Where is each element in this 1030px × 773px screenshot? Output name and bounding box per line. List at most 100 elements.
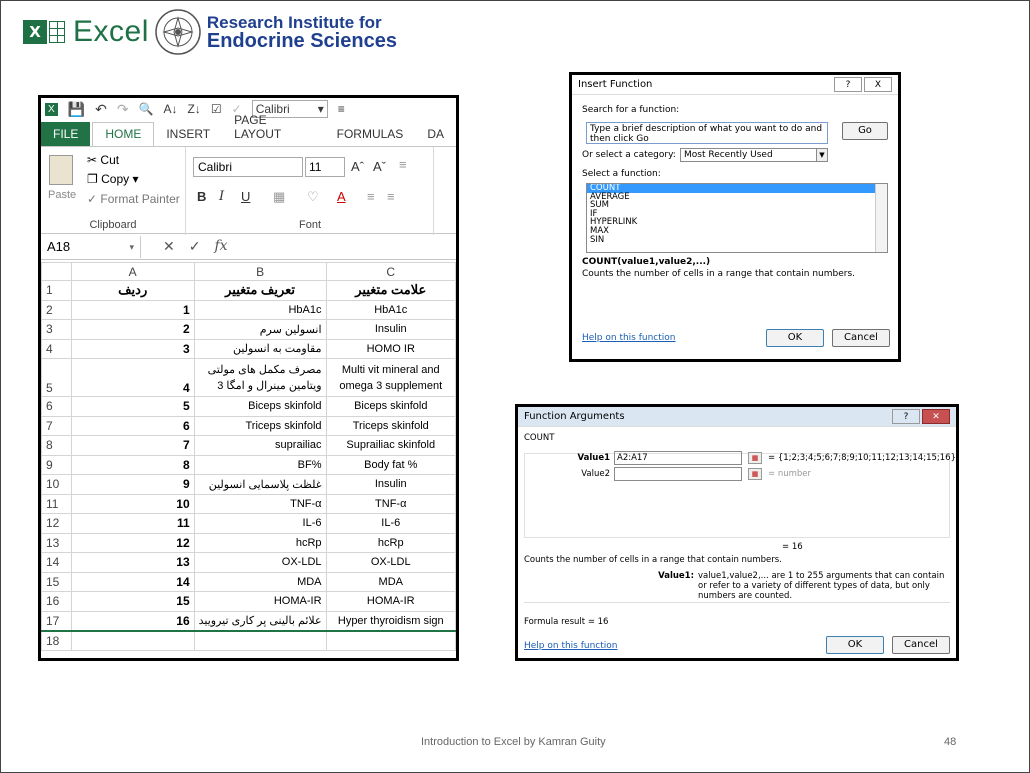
- save-icon[interactable]: 💾: [68, 101, 85, 118]
- copy-button[interactable]: ❐ Copy ▾: [87, 172, 139, 186]
- row-header[interactable]: 18: [41, 630, 72, 651]
- help-button[interactable]: ?: [892, 409, 920, 424]
- row-header[interactable]: 10: [41, 474, 72, 495]
- cell[interactable]: 11: [70, 513, 195, 534]
- italic-icon[interactable]: I: [219, 189, 224, 204]
- row-header[interactable]: 8: [41, 435, 72, 456]
- cell[interactable]: 3: [70, 338, 195, 359]
- check-icon[interactable]: ☑: [211, 102, 222, 116]
- sort-asc-icon[interactable]: A↓: [164, 102, 178, 116]
- row-header[interactable]: 7: [41, 415, 72, 436]
- collapse-dialog-icon[interactable]: ▦: [748, 452, 762, 464]
- list-scrollbar[interactable]: [875, 184, 887, 252]
- tab-data[interactable]: DA: [415, 127, 456, 146]
- font-color-icon[interactable]: A: [337, 189, 346, 204]
- cell[interactable]: BF%: [193, 454, 327, 475]
- cell[interactable]: hcRp: [325, 532, 456, 553]
- cell[interactable]: مقاومت به انسولین: [193, 338, 327, 359]
- cell[interactable]: Insulin: [325, 319, 456, 340]
- fill-color-icon[interactable]: ♡: [307, 189, 319, 205]
- tab-page-layout[interactable]: PAGE LAYOUT: [222, 113, 325, 146]
- list-item[interactable]: MAX: [587, 227, 887, 236]
- column-header-a[interactable]: A: [70, 262, 195, 281]
- underline-icon[interactable]: U: [241, 189, 250, 204]
- row-header[interactable]: 11: [41, 493, 72, 514]
- cell[interactable]: 6: [70, 415, 195, 436]
- row-header[interactable]: 3: [41, 319, 72, 340]
- print-preview-icon[interactable]: 🔍: [139, 102, 154, 116]
- cell[interactable]: ردیف: [70, 280, 195, 301]
- cell[interactable]: 10: [70, 493, 195, 514]
- cell[interactable]: HOMA-IR: [193, 591, 327, 612]
- ok-button[interactable]: OK: [826, 636, 884, 654]
- list-item[interactable]: SIN: [587, 235, 887, 245]
- cell[interactable]: IL-6: [325, 513, 456, 534]
- cell[interactable]: 9: [70, 474, 195, 495]
- row-header[interactable]: 2: [41, 299, 72, 320]
- value1-input[interactable]: A2:A17: [614, 451, 742, 465]
- cut-button[interactable]: ✂ Cut: [87, 153, 119, 167]
- name-box[interactable]: A18 ▾: [41, 235, 141, 258]
- cell[interactable]: Triceps skinfold: [325, 415, 456, 436]
- row-header[interactable]: 6: [41, 396, 72, 417]
- row-header[interactable]: 14: [41, 552, 72, 573]
- cell[interactable]: انسولین سرم: [193, 319, 327, 340]
- grow-font-icon[interactable]: Aˆ: [351, 159, 364, 174]
- cell[interactable]: 12: [70, 532, 195, 553]
- cell[interactable]: hcRp: [193, 532, 327, 553]
- search-input[interactable]: Type a brief description of what you wan…: [586, 122, 828, 144]
- cell[interactable]: 5: [70, 396, 195, 417]
- select-all-corner[interactable]: [41, 262, 72, 281]
- cancel-button[interactable]: Cancel: [832, 329, 890, 347]
- help-link[interactable]: Help on this function: [582, 333, 676, 343]
- cell[interactable]: HbA1c: [325, 299, 456, 320]
- value2-input[interactable]: [614, 467, 742, 481]
- shrink-font-icon[interactable]: Aˇ: [373, 159, 386, 174]
- cell[interactable]: suprailiac: [193, 435, 327, 456]
- cell[interactable]: Biceps skinfold: [193, 396, 327, 417]
- align-left-icon[interactable]: ≡: [367, 189, 375, 204]
- undo-icon[interactable]: ↶: [95, 101, 107, 118]
- cell[interactable]: علامت متغییر: [325, 280, 456, 301]
- cell[interactable]: MDA: [193, 571, 327, 592]
- cell[interactable]: Triceps skinfold: [193, 415, 327, 436]
- cell[interactable]: 14: [70, 571, 195, 592]
- close-button[interactable]: ✕: [922, 409, 950, 424]
- cell[interactable]: TNF-α: [325, 493, 456, 514]
- row-header[interactable]: 13: [41, 532, 72, 553]
- align-top-icon[interactable]: ≡: [399, 157, 407, 172]
- sort-desc-icon[interactable]: Z↓: [188, 102, 201, 116]
- cell[interactable]: 2: [70, 319, 195, 340]
- row-header[interactable]: 9: [41, 454, 72, 475]
- cell[interactable]: مصرف مکمل های مولتی ویتامین مینرال و امگ…: [193, 358, 327, 397]
- insert-function-icon[interactable]: fx: [214, 238, 227, 255]
- cell[interactable]: علائم بالینی پر کاری تیرویید: [193, 610, 327, 631]
- border-icon[interactable]: ▦: [273, 189, 285, 205]
- cell[interactable]: 8: [70, 454, 195, 475]
- cell[interactable]: 15: [70, 591, 195, 612]
- cell[interactable]: Biceps skinfold: [325, 396, 456, 417]
- cell[interactable]: Suprailiac skinfold: [325, 435, 456, 456]
- cell[interactable]: HOMO IR: [325, 338, 456, 359]
- close-button[interactable]: X: [864, 77, 892, 92]
- tab-insert[interactable]: INSERT: [154, 127, 222, 146]
- row-header[interactable]: 12: [41, 513, 72, 534]
- cell[interactable]: Multi vit mineral and omega 3 supplement: [325, 358, 456, 397]
- list-item[interactable]: COUNT: [587, 184, 887, 193]
- tab-formulas[interactable]: FORMULAS: [325, 127, 416, 146]
- customize-qat-icon[interactable]: ≡: [338, 102, 345, 116]
- paste-icon[interactable]: [49, 155, 73, 185]
- cell[interactable]: OX-LDL: [325, 552, 456, 573]
- cell[interactable]: [325, 630, 456, 651]
- cell[interactable]: 4: [70, 358, 195, 397]
- tab-file[interactable]: FILE: [41, 122, 91, 146]
- cell[interactable]: 16: [70, 610, 195, 631]
- bold-icon[interactable]: B: [197, 189, 206, 204]
- go-button[interactable]: Go: [842, 122, 888, 140]
- help-link[interactable]: Help on this function: [524, 641, 618, 651]
- cell[interactable]: TNF-α: [193, 493, 327, 514]
- row-header[interactable]: 1: [41, 280, 72, 301]
- cell[interactable]: HOMA-IR: [325, 591, 456, 612]
- collapse-dialog-icon[interactable]: ▦: [748, 468, 762, 480]
- active-cell[interactable]: [70, 630, 195, 651]
